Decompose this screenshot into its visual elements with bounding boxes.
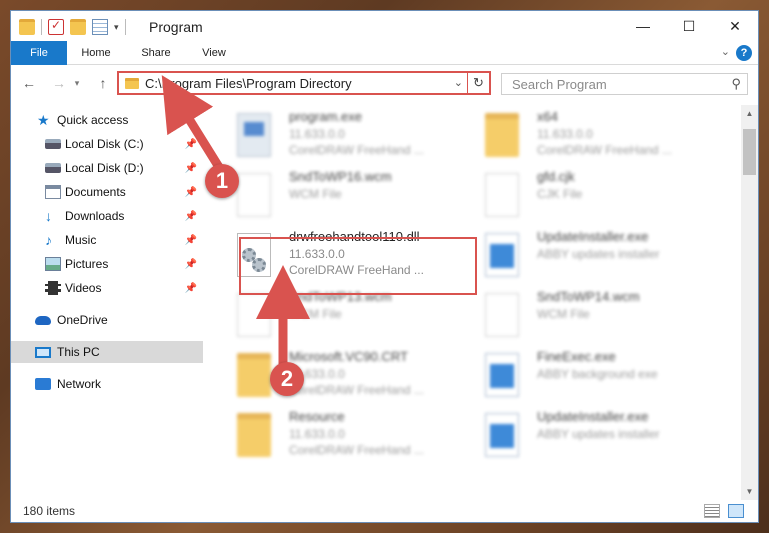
annotation-arrows: [161, 75, 310, 373]
arrow-to-address-bar: [161, 75, 227, 177]
step-badge-1: 1: [205, 164, 239, 198]
step-badge-2: 2: [270, 362, 304, 396]
